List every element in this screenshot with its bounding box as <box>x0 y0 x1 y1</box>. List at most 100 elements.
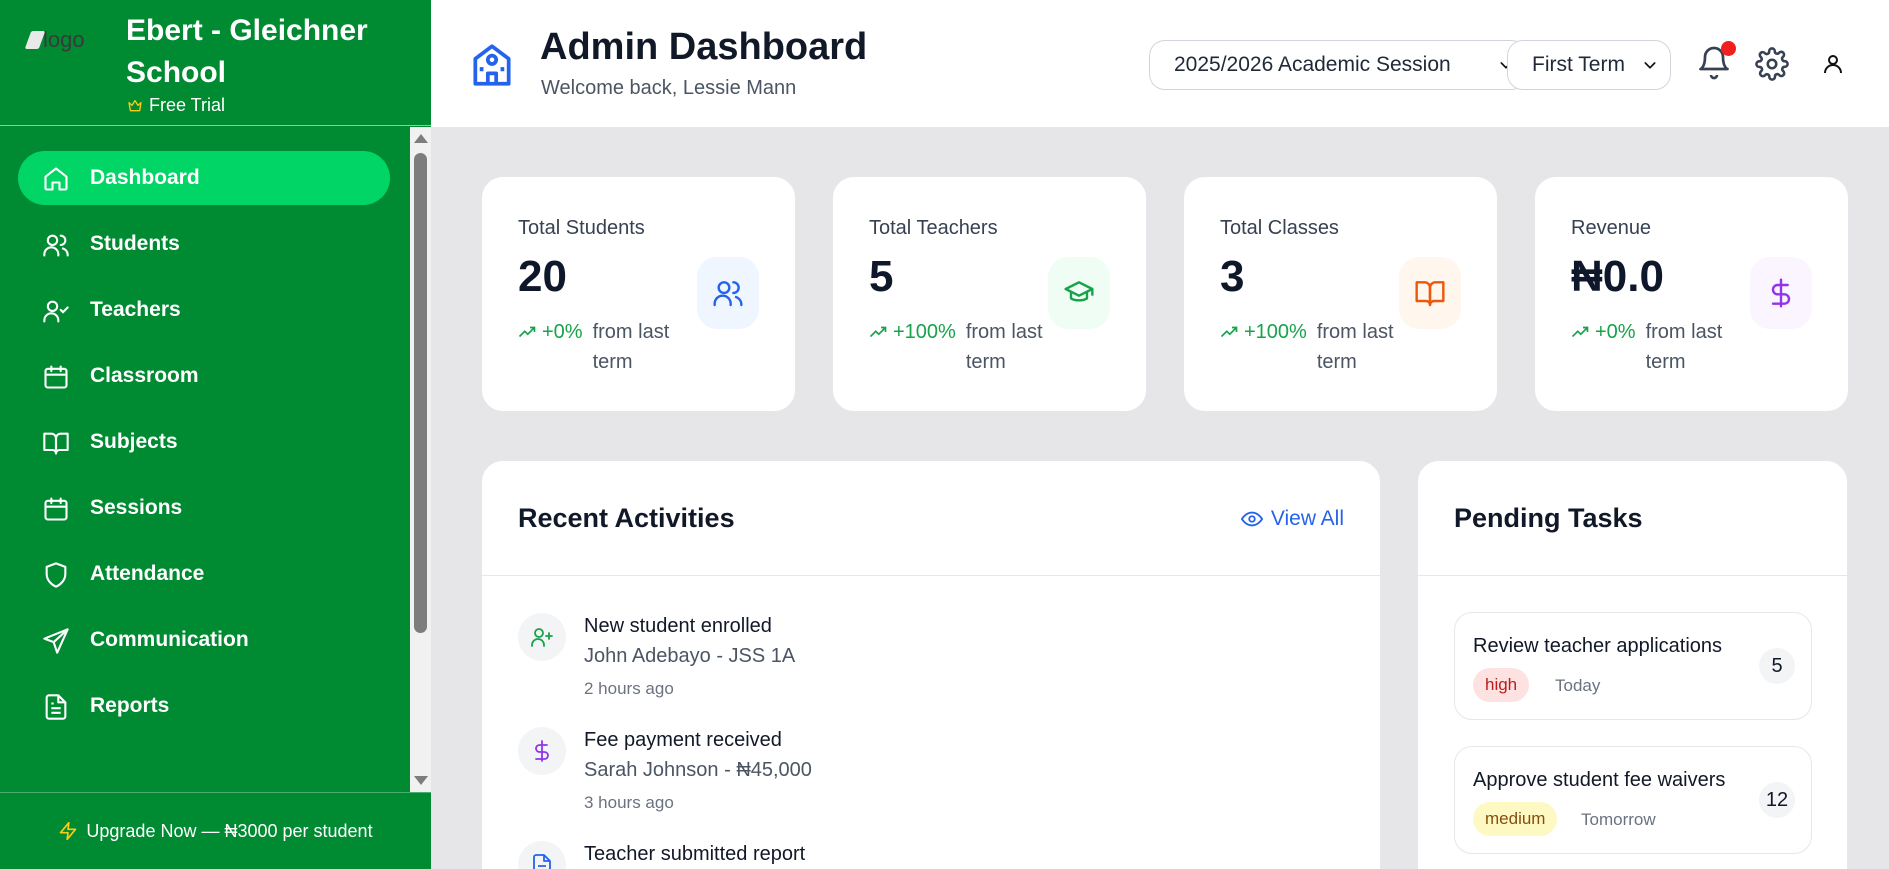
crown-icon <box>128 99 142 111</box>
stat-change: +0% <box>542 320 583 343</box>
user-plus-icon <box>531 628 553 647</box>
sidebar-item-label: Subjects <box>90 430 178 453</box>
lightning-icon <box>60 821 77 841</box>
school-logo: logo <box>24 26 94 54</box>
task-count: 12 <box>1759 782 1795 818</box>
panel-title: Recent Activities <box>518 503 735 533</box>
scroll-down-arrow-icon[interactable] <box>414 776 428 785</box>
sidebar-item-label: Teachers <box>90 298 181 321</box>
stat-card-revenue: Revenue ₦0.0 +0% from last term <box>1534 176 1849 412</box>
sidebar-item-teachers[interactable]: Teachers <box>18 283 390 337</box>
chevron-down-icon <box>1644 62 1656 69</box>
stat-change-label: from last term <box>592 321 670 373</box>
welcome-message: Welcome back, Lessie Mann <box>541 77 797 99</box>
stat-value: ₦0.0 <box>1571 252 1664 301</box>
sidebar-item-subjects[interactable]: Subjects <box>18 415 390 469</box>
user-icon[interactable] <box>1821 52 1845 76</box>
shield-icon <box>45 562 67 588</box>
dollar-icon <box>1771 278 1791 308</box>
file-text-icon <box>533 854 551 869</box>
view-all-link[interactable]: View All <box>1240 507 1344 531</box>
stat-change: +100% <box>1244 320 1307 343</box>
task-due: Tomorrow <box>1581 810 1656 829</box>
trending-up-icon <box>869 326 887 338</box>
scroll-thumb[interactable] <box>414 153 427 633</box>
sidebar-item-classroom[interactable]: Classroom <box>18 349 390 403</box>
sidebar-item-label: Reports <box>90 694 170 717</box>
sidebar-item-reports[interactable]: Reports <box>18 679 390 733</box>
stat-value: 3 <box>1220 252 1245 301</box>
logo-text: logo <box>43 27 85 52</box>
trending-up-icon <box>1571 326 1589 338</box>
task-title: Review teacher applications <box>1473 635 1723 657</box>
term-select[interactable]: First Term <box>1507 40 1671 90</box>
stat-change-label: from last term <box>1645 321 1723 373</box>
sidebar-item-communication[interactable]: Communication <box>18 613 390 667</box>
stat-icon-box <box>697 257 759 329</box>
stat-label: Total Students <box>518 217 645 239</box>
sidebar-item-sessions[interactable]: Sessions <box>18 481 390 535</box>
users-icon <box>43 234 69 257</box>
stat-value: 20 <box>518 252 567 301</box>
sidebar: logo Ebert - Gleichner School Free Trial… <box>0 0 431 869</box>
stat-card-teachers: Total Teachers 5 +100% from last term <box>832 176 1147 412</box>
stat-trend: +0% from last term <box>1571 317 1738 377</box>
book-open-icon <box>43 432 69 455</box>
plan-badge: Free Trial <box>127 95 225 116</box>
sidebar-nav: Dashboard Students Teachers Classroom Su… <box>0 127 410 792</box>
upgrade-button[interactable]: Upgrade Now — ₦3000 per student <box>0 792 431 869</box>
task-due: Today <box>1555 676 1601 695</box>
panel-title: Pending Tasks <box>1454 503 1643 533</box>
calendar-icon <box>44 497 68 521</box>
session-select[interactable]: 2025/2026 Academic Session <box>1149 40 1527 90</box>
stat-label: Revenue <box>1571 217 1652 239</box>
activity-time: 2 hours ago <box>584 679 674 698</box>
stat-card-classes: Total Classes 3 +100% from last term <box>1183 176 1498 412</box>
activity-title: Teacher submitted report <box>584 843 806 865</box>
sidebar-item-label: Classroom <box>90 364 199 387</box>
trending-up-icon <box>518 326 536 338</box>
graduation-cap-icon <box>1064 281 1094 302</box>
priority-badge: medium <box>1473 802 1558 836</box>
task-count: 5 <box>1759 648 1795 684</box>
stat-label: Total Teachers <box>869 217 998 239</box>
gear-icon[interactable] <box>1755 47 1789 81</box>
sidebar-item-label: Students <box>90 232 180 255</box>
activity-subtitle: John Adebayo - JSS 1A <box>584 645 796 667</box>
term-select-value: First Term <box>1532 53 1625 76</box>
stat-icon-box <box>1399 257 1461 329</box>
pending-tasks-panel: Pending Tasks Review teacher application… <box>1417 460 1848 869</box>
stat-change-label: from last term <box>1316 321 1394 373</box>
stat-change: +0% <box>1595 320 1636 343</box>
activity-subtitle: Sarah Johnson - ₦45,000 <box>584 759 812 781</box>
sidebar-item-attendance[interactable]: Attendance <box>18 547 390 601</box>
stat-trend: +0% from last term <box>518 317 685 377</box>
sidebar-item-dashboard[interactable]: Dashboard <box>18 151 390 205</box>
task-item[interactable]: Approve student fee waivers medium Tomor… <box>1454 746 1812 854</box>
upgrade-label: Upgrade Now — ₦3000 per student <box>86 820 373 841</box>
users-icon <box>713 281 743 307</box>
sidebar-item-label: Attendance <box>90 562 205 585</box>
school-name: Ebert - Gleichner School <box>126 14 368 89</box>
page-title: Admin Dashboard <box>540 26 868 68</box>
view-all-label: View All <box>1270 507 1344 530</box>
sidebar-scrollbar[interactable] <box>410 127 431 792</box>
sidebar-item-label: Sessions <box>90 496 183 519</box>
stat-label: Total Classes <box>1220 217 1339 239</box>
plan-label: Free Trial <box>149 95 226 115</box>
brand-header: logo Ebert - Gleichner School Free Trial <box>0 0 431 126</box>
activity-time: 3 hours ago <box>584 793 674 812</box>
stat-card-students: Total Students 20 +0% from last term <box>481 176 796 412</box>
top-header: Admin Dashboard Welcome back, Lessie Man… <box>431 0 1889 128</box>
priority-badge: high <box>1473 668 1530 702</box>
book-open-icon <box>1415 281 1445 307</box>
activity-title: New student enrolled <box>584 615 772 637</box>
task-item[interactable]: Review teacher applications high Today 5 <box>1454 612 1812 720</box>
home-icon <box>44 167 68 191</box>
scroll-up-arrow-icon[interactable] <box>414 134 428 143</box>
stat-icon-box <box>1750 257 1812 329</box>
notification-dot <box>1721 41 1736 56</box>
sidebar-item-students[interactable]: Students <box>18 217 390 271</box>
stat-trend: +100% from last term <box>869 317 1058 377</box>
dollar-icon <box>535 740 549 762</box>
